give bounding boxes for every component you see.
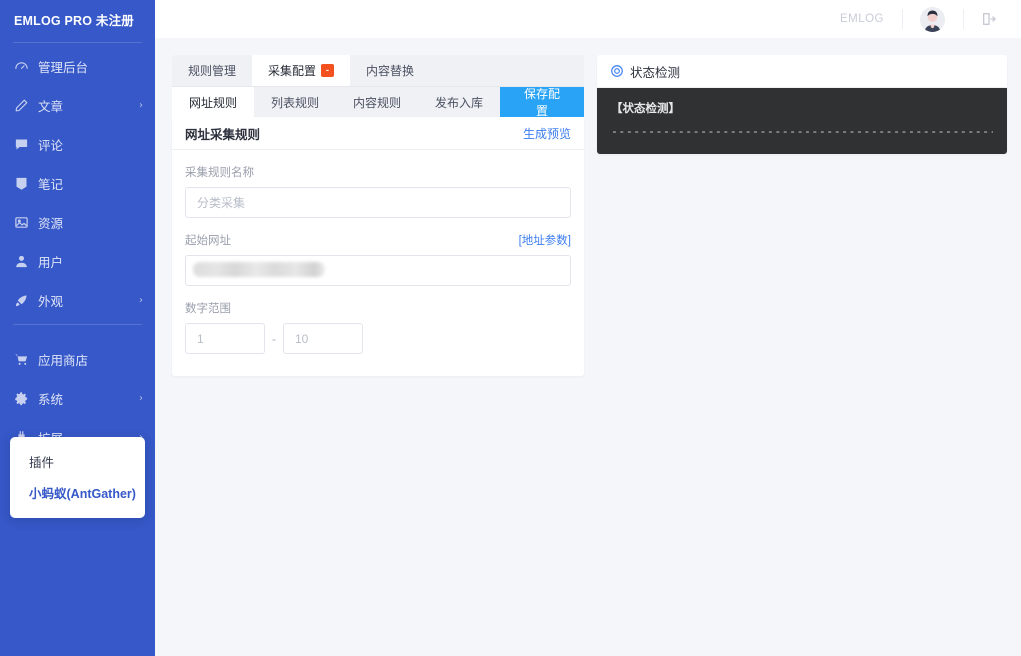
submenu-item-plugin[interactable]: 插件 bbox=[10, 446, 145, 477]
logout-icon[interactable] bbox=[981, 11, 997, 27]
field-start-url-label: 起始网址 bbox=[185, 232, 231, 248]
sidebar-item-article[interactable]: 文章 › bbox=[0, 86, 155, 125]
chevron-right-icon-system: › bbox=[139, 394, 143, 404]
chevron-right-icon-appearance: › bbox=[139, 296, 143, 306]
url-rule-panel: 网址采集规则 生成预览 采集规则名称 起始网址 bbox=[172, 117, 584, 376]
target-icon bbox=[610, 64, 624, 78]
url-params-link[interactable]: [地址参数] bbox=[519, 232, 571, 248]
user-icon bbox=[13, 253, 30, 270]
sidebar-label-dashboard: 管理后台 bbox=[38, 57, 143, 76]
submenu-item-antgather[interactable]: 小蚂蚁(AntGather) bbox=[10, 477, 145, 508]
status-detection-card: 状态检测 【状态检测】 ----------------------------… bbox=[597, 55, 1007, 154]
content-area: 规则管理 采集配置 - 内容替换 网址规则 列表规则 内容规则 发布入库 保存配 bbox=[155, 38, 1021, 656]
sidebar-label-store: 应用商店 bbox=[38, 350, 143, 369]
field-number-range-labelrow: 数字范围 bbox=[185, 300, 571, 316]
field-rule-name: 采集规则名称 bbox=[185, 164, 571, 218]
tab-rule-management[interactable]: 规则管理 bbox=[172, 55, 252, 86]
cart-icon bbox=[13, 351, 30, 368]
rule-name-input[interactable] bbox=[185, 187, 571, 218]
topbar: EMLOG bbox=[155, 0, 1021, 38]
topbar-logout-cell[interactable] bbox=[963, 0, 1015, 38]
sidebar-item-system[interactable]: 系统 › bbox=[0, 379, 155, 418]
status-badge: - bbox=[321, 64, 334, 77]
image-icon bbox=[13, 214, 30, 231]
dashboard-icon bbox=[13, 58, 30, 75]
app-root: EMLOG PRO 未注册 管理后台 文章 › bbox=[0, 0, 1021, 656]
field-number-range-label: 数字范围 bbox=[185, 300, 231, 316]
status-card-header: 状态检测 bbox=[597, 55, 1007, 88]
sidebar-item-comment[interactable]: 评论 bbox=[0, 125, 155, 164]
field-start-url: 起始网址 [地址参数] bbox=[185, 232, 571, 286]
avatar[interactable] bbox=[920, 7, 945, 32]
tab-publish-store[interactable]: 发布入库 bbox=[418, 87, 500, 117]
status-console[interactable]: 【状态检测】 ---------------------------------… bbox=[597, 88, 1007, 154]
brand-title: EMLOG PRO 未注册 bbox=[0, 0, 155, 38]
primary-tabs: 规则管理 采集配置 - 内容替换 bbox=[172, 55, 584, 86]
tab-content-replace-label: 内容替换 bbox=[366, 62, 414, 79]
topbar-site-link[interactable]: EMLOG bbox=[822, 0, 902, 38]
range-separator: - bbox=[265, 332, 283, 346]
tab-collect-config-label: 采集配置 bbox=[268, 62, 316, 79]
sidebar-item-resource[interactable]: 资源 bbox=[0, 203, 155, 242]
sidebar: EMLOG PRO 未注册 管理后台 文章 › bbox=[0, 0, 155, 656]
tab-content-replace[interactable]: 内容替换 bbox=[350, 55, 430, 86]
note-icon bbox=[13, 175, 30, 192]
secondary-tabs: 网址规则 列表规则 内容规则 发布入库 保存配置 bbox=[172, 86, 584, 117]
field-rule-name-label: 采集规则名称 bbox=[185, 164, 254, 180]
tab-url-rule[interactable]: 网址规则 bbox=[172, 87, 254, 117]
topbar-avatar-cell[interactable] bbox=[902, 0, 963, 38]
panel-body: 采集规则名称 起始网址 [地址参数] bbox=[172, 150, 584, 376]
start-url-input-wrapper bbox=[185, 255, 571, 286]
number-range-to-input[interactable] bbox=[283, 323, 363, 354]
panel-header: 网址采集规则 生成预览 bbox=[172, 117, 584, 150]
tab-content-rule[interactable]: 内容规则 bbox=[336, 87, 418, 117]
sidebar-nav: 管理后台 文章 › 评论 笔记 bbox=[0, 47, 155, 457]
number-range-from-input[interactable] bbox=[185, 323, 265, 354]
sidebar-label-note: 笔记 bbox=[38, 174, 143, 193]
sidebar-item-dashboard[interactable]: 管理后台 bbox=[0, 47, 155, 86]
sidebar-item-store[interactable]: 应用商店 bbox=[0, 340, 155, 379]
number-range-row: - bbox=[185, 323, 571, 354]
console-divider-line: ----------------------------------------… bbox=[611, 124, 993, 138]
sidebar-divider-top bbox=[13, 42, 142, 43]
field-rule-name-labelrow: 采集规则名称 bbox=[185, 164, 571, 180]
sidebar-divider-mid bbox=[13, 324, 142, 325]
sidebar-spacer bbox=[0, 329, 155, 340]
sidebar-item-appearance[interactable]: 外观 › bbox=[0, 281, 155, 320]
sidebar-item-note[interactable]: 笔记 bbox=[0, 164, 155, 203]
sidebar-label-appearance: 外观 bbox=[38, 291, 139, 310]
pencil-icon bbox=[13, 97, 30, 114]
brush-icon bbox=[13, 292, 30, 309]
sidebar-label-article: 文章 bbox=[38, 96, 139, 115]
topbar-site-name: EMLOG bbox=[840, 13, 884, 25]
tab-list-rule[interactable]: 列表规则 bbox=[254, 87, 336, 117]
panel-title: 网址采集规则 bbox=[185, 124, 260, 143]
sidebar-label-user: 用户 bbox=[38, 252, 143, 271]
chevron-right-icon-article: › bbox=[139, 101, 143, 111]
redacted-url-overlay bbox=[193, 262, 325, 277]
main-area: EMLOG bbox=[155, 0, 1021, 656]
sidebar-label-system: 系统 bbox=[38, 389, 139, 408]
tab-rule-management-label: 规则管理 bbox=[188, 62, 236, 79]
tab-collect-config[interactable]: 采集配置 - bbox=[252, 55, 350, 86]
status-column: 状态检测 【状态检测】 ----------------------------… bbox=[597, 55, 1007, 154]
sidebar-label-comment: 评论 bbox=[38, 135, 143, 154]
save-config-button[interactable]: 保存配置 bbox=[500, 87, 584, 117]
status-card-title: 状态检测 bbox=[630, 62, 680, 81]
collector-config-column: 规则管理 采集配置 - 内容替换 网址规则 列表规则 内容规则 发布入库 保存配 bbox=[172, 55, 584, 376]
field-start-url-labelrow: 起始网址 [地址参数] bbox=[185, 232, 571, 248]
generate-preview-link[interactable]: 生成预览 bbox=[523, 125, 571, 142]
extension-submenu: 插件 小蚂蚁(AntGather) bbox=[10, 437, 145, 518]
gear-icon bbox=[13, 390, 30, 407]
comment-icon bbox=[13, 136, 30, 153]
console-title-line: 【状态检测】 bbox=[611, 100, 993, 117]
sidebar-label-resource: 资源 bbox=[38, 213, 143, 232]
field-number-range: 数字范围 - bbox=[185, 300, 571, 354]
sidebar-item-user[interactable]: 用户 bbox=[0, 242, 155, 281]
